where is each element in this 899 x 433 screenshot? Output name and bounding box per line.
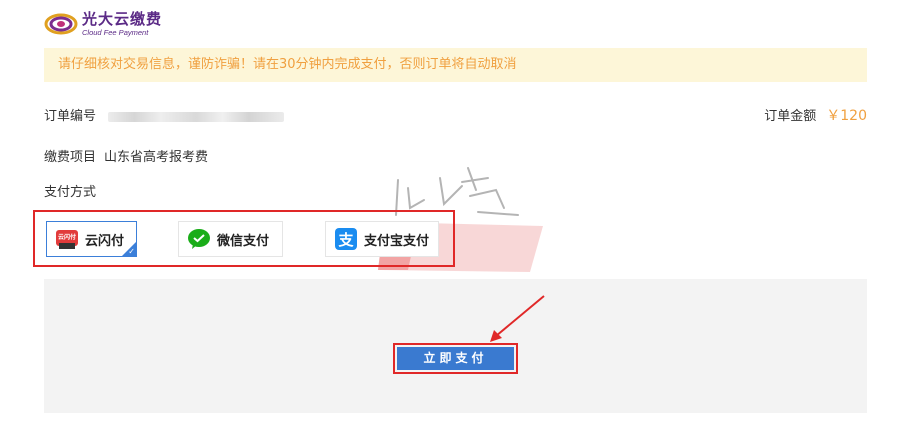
order-number-row: 订单编号 bbox=[44, 105, 285, 124]
svg-text:云闪付: 云闪付 bbox=[58, 233, 76, 241]
payment-option-alipay[interactable]: 支 支付宝支付 bbox=[325, 221, 439, 257]
svg-text:支: 支 bbox=[337, 231, 354, 249]
wechat-pay-icon bbox=[187, 227, 211, 251]
payment-item-value: 山东省高考报考费 bbox=[104, 150, 209, 165]
logo-subtitle: Cloud Fee Payment bbox=[82, 27, 149, 37]
order-amount-label: 订单金额 bbox=[764, 109, 817, 124]
payment-option-wechat[interactable]: 微信支付 bbox=[178, 221, 283, 257]
checkmark-icon: ✓ bbox=[128, 247, 135, 256]
alipay-icon: 支 bbox=[334, 227, 358, 251]
payment-option-label: 微信支付 bbox=[217, 233, 270, 249]
pay-now-button[interactable]: 立即支付 bbox=[397, 347, 514, 370]
payment-item-row: 缴费项目 山东省高考报考费 bbox=[44, 146, 208, 165]
arrow-icon bbox=[488, 294, 548, 348]
payment-method-row: 支付方式 bbox=[44, 181, 96, 200]
order-amount: 订单金额 ￥120 bbox=[764, 105, 867, 125]
logo-mark-icon bbox=[44, 12, 78, 36]
unionpay-quickpass-icon: 云闪付 bbox=[55, 227, 79, 251]
warning-text: 请仔细核对交易信息，谨防诈骗！请在30分钟内完成支付，否则订单将自动取消 bbox=[58, 57, 517, 72]
payment-option-unionpay[interactable]: 云闪付 云闪付 ✓ bbox=[46, 221, 137, 257]
logo-title: 光大云缴费 bbox=[82, 9, 163, 28]
payment-option-label: 云闪付 bbox=[85, 233, 125, 249]
fraud-warning-banner: 请仔细核对交易信息，谨防诈骗！请在30分钟内完成支付，否则订单将自动取消 bbox=[44, 48, 867, 82]
payment-method-label: 支付方式 bbox=[44, 185, 97, 200]
payment-option-label: 支付宝支付 bbox=[364, 233, 430, 249]
payment-item-label: 缴费项目 bbox=[44, 150, 97, 165]
order-number-value-redacted bbox=[108, 111, 285, 122]
order-amount-value: ￥120 bbox=[826, 108, 867, 124]
brand-logo: 光大云缴费 Cloud Fee Payment bbox=[44, 10, 162, 38]
order-number-label: 订单编号 bbox=[44, 109, 97, 124]
